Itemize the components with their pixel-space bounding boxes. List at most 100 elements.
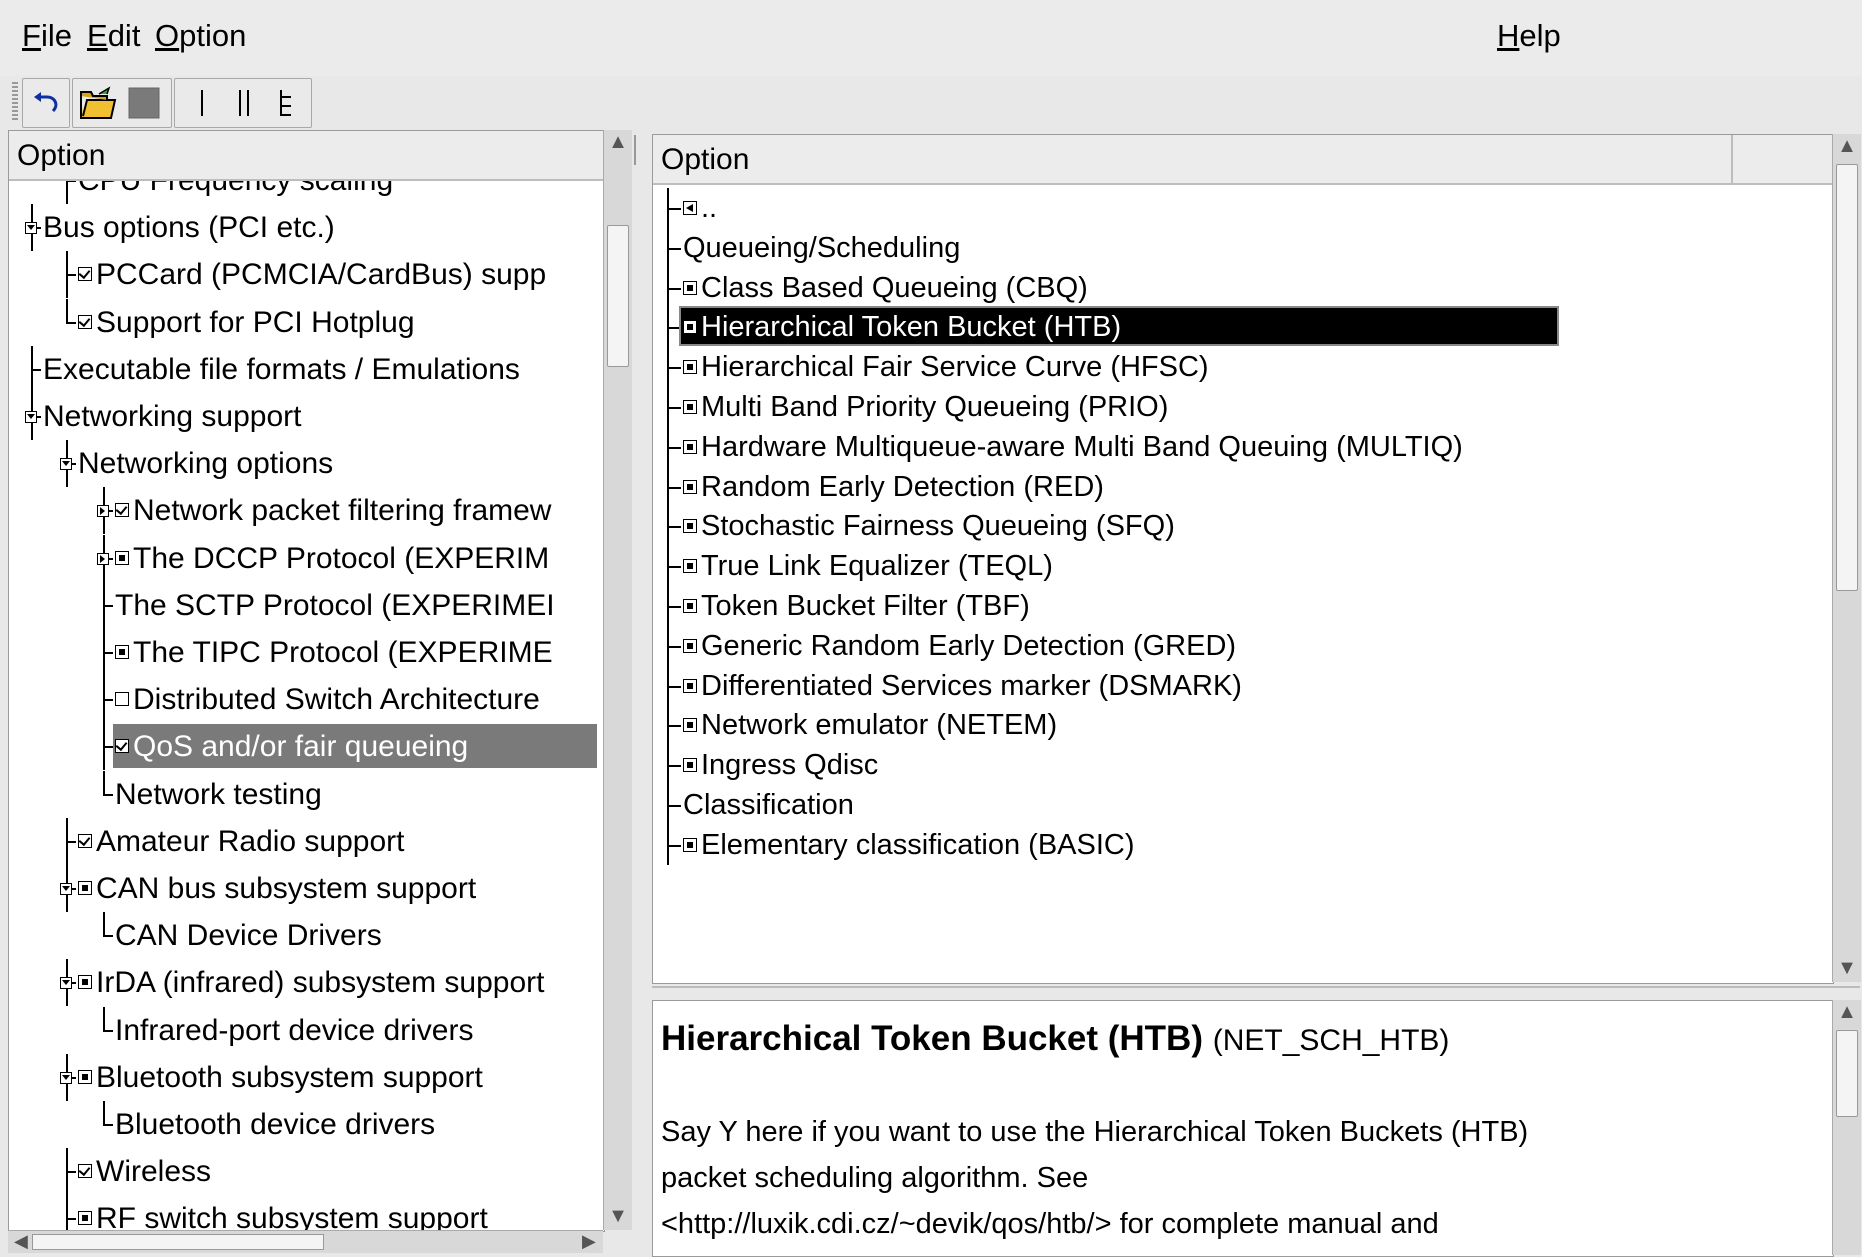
tree-vscrollbar[interactable]: ▲ ▼ [603,130,632,1230]
list-column-header[interactable]: Option [653,135,1833,185]
list-vscroll-thumb[interactable] [1836,164,1858,591]
tree-row[interactable]: PCCard (PCMCIA/CardBus) supp [9,251,604,299]
checkbox-module-icon[interactable] [683,439,697,454]
tree-row[interactable]: Support for PCI Hotplug [9,298,604,346]
checkbox-module-icon[interactable] [683,400,697,414]
checkbox-module-icon[interactable] [683,758,697,773]
option-row[interactable]: Elementary classification (BASIC) [653,824,1833,865]
option-row[interactable]: Classification [653,785,1833,825]
split-view-button[interactable] [221,79,267,127]
scroll-up-icon[interactable]: ▲ [1835,134,1859,158]
tree-row[interactable]: Amateur Radio support [9,817,604,865]
checkbox-module-icon[interactable] [683,599,697,613]
checkbox-checked-icon[interactable] [78,1164,92,1179]
help-vscroll-thumb[interactable] [1836,1030,1858,1117]
tree-row[interactable]: Networking support [9,393,604,440]
scroll-down-icon[interactable]: ▼ [606,1204,630,1228]
checkbox-checked-icon[interactable] [78,833,92,848]
option-row[interactable]: Hardware Multiqueue-aware Multi Band Que… [653,426,1833,467]
list-column-divider[interactable] [1731,135,1733,185]
checkbox-module-icon[interactable] [115,550,129,565]
checkbox-module-icon[interactable] [683,718,697,733]
option-row[interactable]: Class Based Queueing (CBQ) [653,267,1833,308]
tree-row[interactable]: Distributed Switch Architecture [9,676,604,724]
help-vscrollbar[interactable]: ▲ [1832,1000,1861,1255]
checkbox-module-icon[interactable] [683,280,697,295]
option-list[interactable]: Option .. Queueing/Scheduling Class Based … [652,134,1834,984]
checkbox-checked-icon[interactable] [78,267,92,282]
tree-hscrollbar[interactable]: ◀ ▶ [8,1230,603,1253]
scroll-left-icon[interactable]: ◀ [14,1231,28,1252]
option-row[interactable]: Ingress Qdisc [653,745,1833,786]
save-button[interactable] [121,79,167,127]
tree-row[interactable]: The SCTP Protocol (EXPERIMEI [9,581,604,629]
menu-option[interactable]: Option [155,18,246,54]
config-tree[interactable]: Option CPU Frequency scaling Bus options … [8,130,605,1232]
checkbox-module-icon[interactable] [78,1069,92,1084]
tree-row[interactable]: CAN bus subsystem support [9,865,604,912]
checkbox-module-icon[interactable] [78,975,92,990]
option-row[interactable]: Queueing/Scheduling [653,227,1833,268]
expand-icon[interactable] [97,505,109,518]
tree-row[interactable]: Bluetooth device drivers [9,1101,604,1148]
toolbar-grip[interactable] [12,82,18,122]
checkbox-module-icon[interactable] [683,638,697,653]
tree-row[interactable]: Wireless [9,1148,604,1196]
scroll-up-icon[interactable]: ▲ [1835,1000,1859,1024]
option-row[interactable]: Hierarchical Token Bucket (HTB) [653,306,1833,348]
list-vscrollbar[interactable]: ▲ ▼ [1832,134,1861,982]
collapse-icon[interactable] [60,977,72,990]
option-row[interactable]: Multi Band Priority Queueing (PRIO) [653,387,1833,427]
back-button[interactable] [23,79,69,127]
tree-row[interactable]: IrDA (infrared) subsystem support [9,959,604,1007]
single-view-button[interactable] [179,79,225,127]
tree-row[interactable]: Network testing [9,770,604,818]
checkbox-module-icon[interactable] [683,559,697,574]
tree-row[interactable]: CAN Device Drivers [9,912,604,959]
checkbox-module-icon[interactable] [115,645,129,659]
tree-vscroll-thumb[interactable] [607,225,629,367]
checkbox-module-icon[interactable] [683,837,697,852]
option-row[interactable]: Network emulator (NETEM) [653,705,1833,746]
tree-row[interactable]: QoS and/or fair queueing [9,723,604,771]
full-tree-view-button[interactable] [263,79,309,127]
option-row[interactable]: Stochastic Fairness Queueing (SFQ) [653,506,1833,547]
menu-edit[interactable]: Edit [87,18,140,54]
checkbox-checked-icon[interactable] [115,503,129,518]
tree-row[interactable]: The DCCP Protocol (EXPERIM [9,534,604,582]
checkbox-module-icon[interactable] [683,519,697,534]
collapse-icon[interactable] [25,222,37,235]
tree-row[interactable]: CPU Frequency scaling [9,181,604,204]
option-row[interactable]: True Link Equalizer (TEQL) [653,546,1833,587]
menu-file[interactable]: File [22,18,72,54]
tree-row[interactable]: RF switch subsystem support [9,1195,604,1231]
checkbox-empty-icon[interactable] [115,692,129,707]
checkbox-module-icon[interactable] [683,678,697,693]
collapse-icon[interactable] [60,1071,72,1084]
menu-help[interactable]: Help [1497,18,1561,54]
option-row[interactable]: Random Early Detection (RED) [653,466,1833,507]
option-row[interactable]: Hierarchical Fair Service Curve (HFSC) [653,347,1833,388]
pane-splitter-vertical[interactable] [634,135,646,165]
tree-row[interactable]: Executable file formats / Emulations [9,345,604,393]
tree-hscroll-thumb[interactable] [32,1234,324,1250]
tree-row[interactable]: The TIPC Protocol (EXPERIME [9,629,604,676]
tree-column-header[interactable]: Option [9,131,604,181]
option-row[interactable]: .. [653,188,1833,228]
option-row[interactable]: Token Bucket Filter (TBF) [653,586,1833,626]
back-arrow-icon[interactable] [683,201,697,215]
collapse-icon[interactable] [60,458,72,471]
checkbox-module-icon[interactable] [683,320,697,335]
tree-row[interactable]: Network packet filtering framew [9,487,604,535]
tree-row[interactable]: Infrared-port device drivers [9,1006,604,1054]
checkbox-module-icon[interactable] [683,360,697,375]
checkbox-module-icon[interactable] [78,881,92,895]
option-row[interactable]: Generic Random Early Detection (GRED) [653,625,1833,666]
checkbox-module-icon[interactable] [78,1211,92,1226]
scroll-right-icon[interactable]: ▶ [582,1231,596,1252]
checkbox-checked-icon[interactable] [115,739,129,754]
tree-row[interactable]: Bus options (PCI etc.) [9,204,604,252]
tree-row[interactable]: Networking options [9,440,604,488]
checkbox-checked-icon[interactable] [78,314,92,329]
tree-row[interactable]: Bluetooth subsystem support [9,1053,604,1101]
